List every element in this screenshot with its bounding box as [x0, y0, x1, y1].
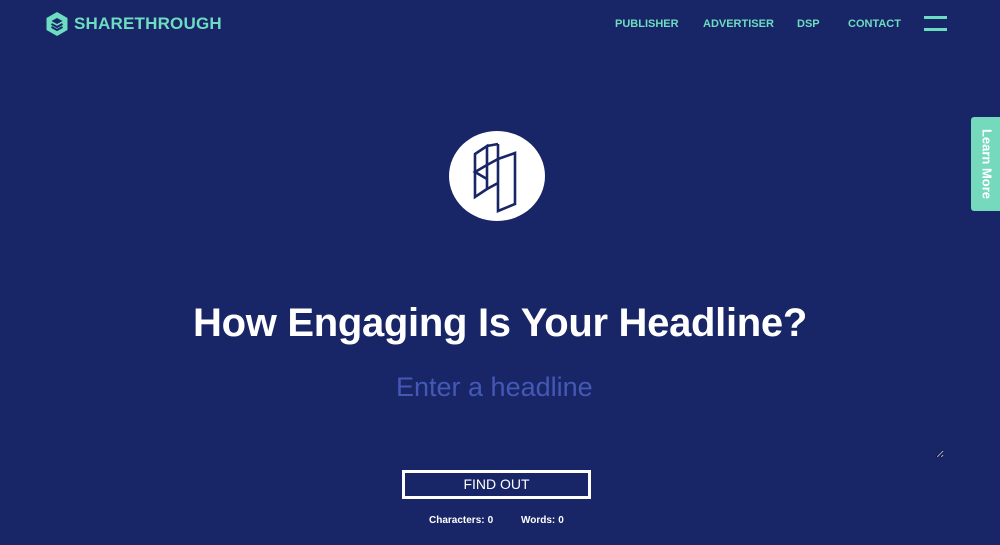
- words-value: 0: [558, 515, 564, 526]
- nav-item-dsp[interactable]: DSP: [797, 18, 820, 30]
- nav-item-publisher[interactable]: PUBLISHER: [615, 18, 679, 30]
- main-nav: PUBLISHER ADVERTISER DSP CONTACT: [0, 18, 1000, 32]
- nav-item-contact[interactable]: CONTACT: [848, 18, 901, 30]
- characters-count: Characters: 0: [429, 515, 493, 526]
- headline-stats: Characters: 0 Words: 0: [0, 515, 1000, 529]
- words-count: Words: 0: [521, 515, 564, 526]
- characters-value: 0: [487, 515, 494, 526]
- hamburger-line: [924, 28, 947, 31]
- learn-more-label: Learn More: [979, 128, 995, 200]
- words-label: Words:: [521, 515, 556, 526]
- characters-label: Characters:: [429, 515, 485, 526]
- find-out-button[interactable]: FIND OUT: [402, 470, 591, 499]
- headline-input[interactable]: [392, 368, 944, 458]
- hamburger-menu-icon[interactable]: [924, 15, 947, 32]
- sharethrough-mark-icon: [449, 131, 545, 221]
- learn-more-tab[interactable]: Learn More: [971, 117, 1000, 211]
- nav-item-advertiser[interactable]: ADVERTISER: [703, 18, 774, 30]
- page-title: How Engaging Is Your Headline?: [192, 301, 808, 345]
- top-navigation-bar: SHARETHROUGH PUBLISHER ADVERTISER DSP CO…: [0, 0, 1000, 48]
- hamburger-line: [924, 16, 947, 19]
